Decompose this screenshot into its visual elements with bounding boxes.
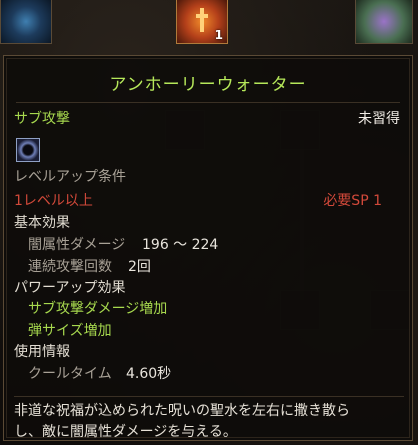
skill-category: サブ攻撃 bbox=[14, 111, 70, 127]
cross-icon bbox=[196, 8, 208, 32]
skill-slot-left[interactable] bbox=[0, 0, 52, 44]
powerup-heading: パワーアップ効果 bbox=[14, 280, 126, 296]
damage-label: 闇属性ダメージ bbox=[28, 237, 126, 253]
skill-slot-right[interactable] bbox=[355, 0, 413, 44]
description-line-2: し、敵に闇属性ダメージを与える。 bbox=[14, 424, 237, 440]
powerup-effect-1: サブ攻撃ダメージ増加 bbox=[28, 301, 168, 317]
powerup-effect-2: 弾サイズ増加 bbox=[28, 323, 112, 339]
skill-tooltip: アンホーリーウォーター サブ攻撃 未習得 レベルアップ条件 1レベル以上 必要S… bbox=[3, 55, 413, 441]
hits-value: 2回 bbox=[128, 259, 151, 275]
description-line-1: 非道な祝福が込められた呪いの聖水を左右に撒き散ら bbox=[14, 403, 350, 419]
hits-label: 連続攻撃回数 bbox=[28, 259, 112, 275]
damage-value: 196 ～ 224 bbox=[142, 237, 219, 253]
learn-status: 未習得 bbox=[358, 111, 400, 127]
cooldown-value: 4.60秒 bbox=[126, 366, 172, 382]
skill-name: アンホーリーウォーター bbox=[109, 74, 307, 95]
dark-orb-icon bbox=[16, 138, 40, 162]
usage-heading: 使用情報 bbox=[14, 344, 70, 360]
skill-slot-unholy-water[interactable]: 1 bbox=[176, 0, 228, 44]
sp-requirement: 必要SP 1 bbox=[323, 193, 382, 209]
levelup-heading: レベルアップ条件 bbox=[14, 169, 126, 185]
skill-description: 非道な祝福が込められた呪いの聖水を左右に撒き散ら し、敵に闇属性ダメージを与える… bbox=[14, 396, 404, 443]
basic-heading: 基本効果 bbox=[14, 215, 70, 231]
level-requirement: 1レベル以上 bbox=[14, 193, 93, 209]
tooltip-header: アンホーリーウォーター bbox=[16, 62, 400, 103]
cooldown-label: クールタイム bbox=[28, 366, 112, 382]
slot-count: 1 bbox=[214, 28, 223, 42]
